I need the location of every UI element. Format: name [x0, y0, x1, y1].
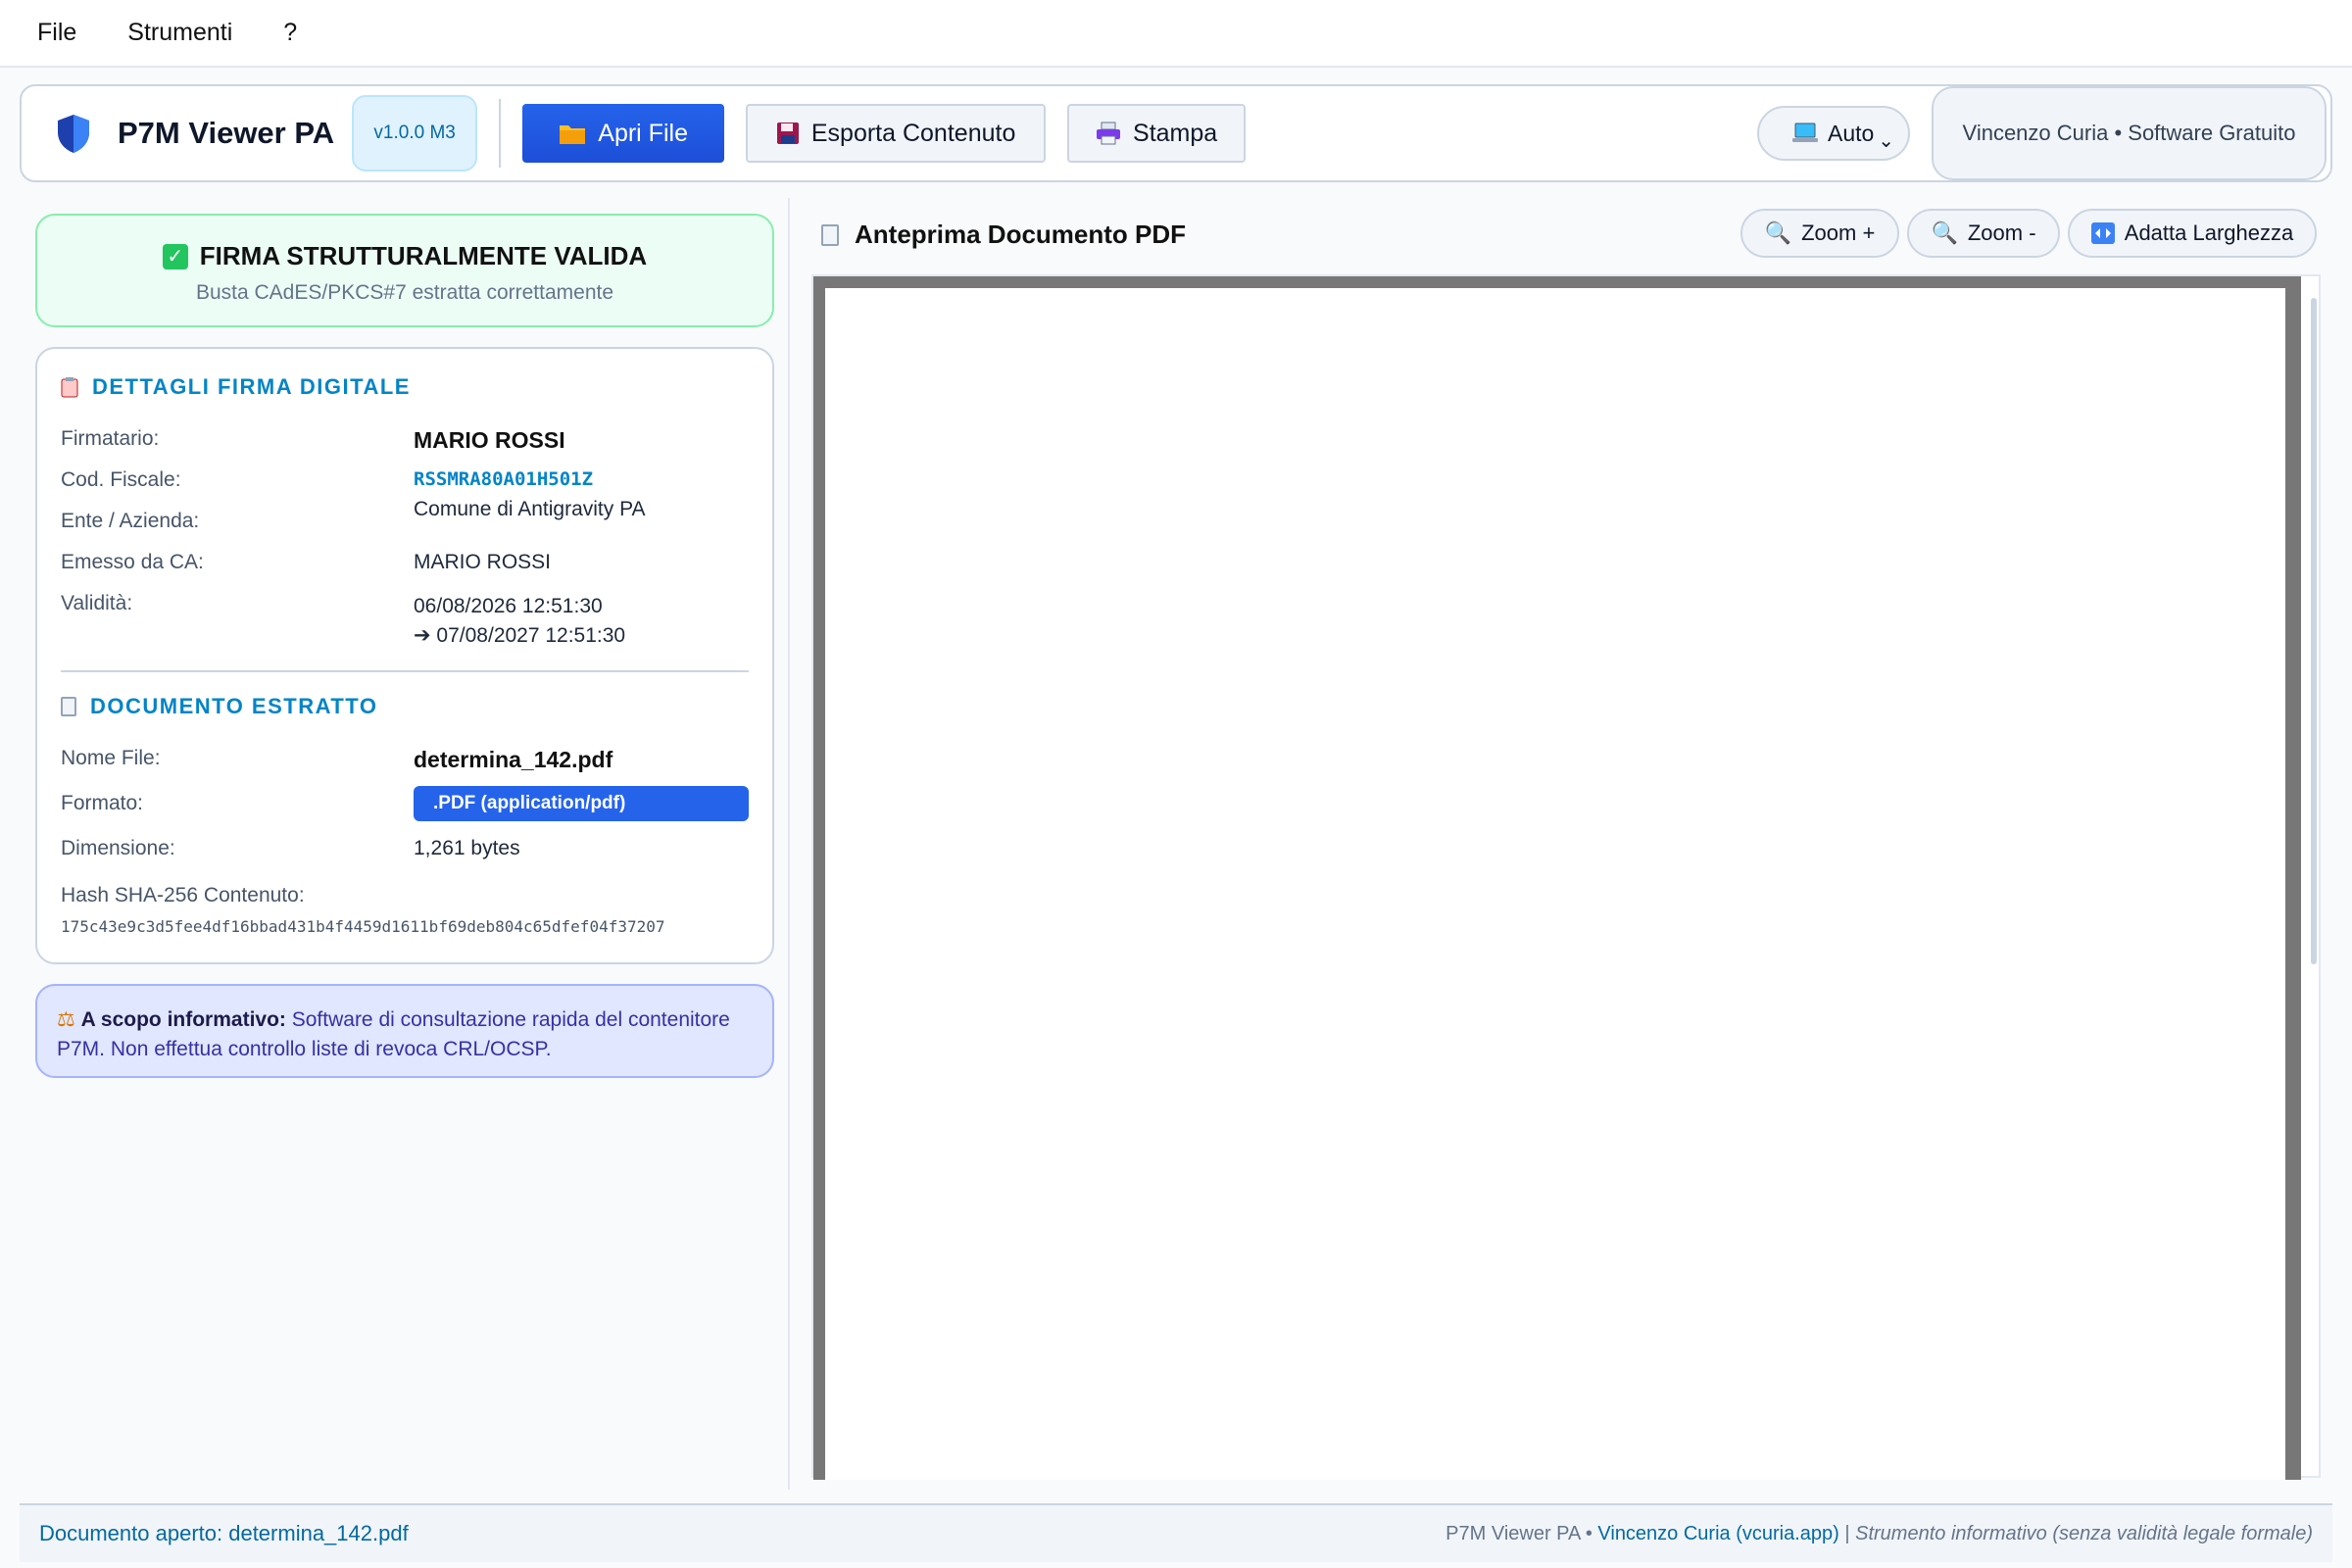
size-value: 1,261 bytes: [414, 837, 520, 859]
fiscal-code-row: Cod. Fiscale: RSSMRA80A01H501Z: [61, 468, 594, 491]
print-button[interactable]: Stampa: [1067, 104, 1247, 163]
signature-validity-card: ✓ FIRMA STRUTTURALMENTE VALIDA Busta CAd…: [35, 214, 774, 327]
signer-value: MARIO ROSSI: [414, 427, 565, 453]
menu-bar: File Strumenti ?: [0, 0, 2352, 68]
format-badge: .PDF (application/pdf): [414, 786, 749, 821]
hash-label: Hash SHA-256 Contenuto:: [61, 884, 305, 906]
version-badge: v1.0.0 M3: [352, 95, 478, 172]
document-section-heading: DOCUMENTO ESTRATTO: [61, 694, 377, 719]
export-content-label: Esporta Contenuto: [810, 119, 1016, 147]
fit-width-button[interactable]: Adatta Larghezza: [2068, 209, 2317, 258]
open-file-button[interactable]: Apri File: [522, 104, 725, 163]
size-row: Dimensione: 1,261 bytes: [61, 837, 520, 859]
print-label: Stampa: [1133, 119, 1218, 147]
zoom-in-button[interactable]: 🔍 Zoom +: [1740, 209, 1899, 258]
preview-title: Anteprima Documento PDF: [821, 220, 1186, 250]
laptop-icon: [1792, 122, 1818, 142]
organization-row: Ente / Azienda: Comune di Antigravity PA: [61, 498, 708, 541]
signer-row: Firmatario: MARIO ROSSI: [61, 427, 565, 453]
theme-select[interactable]: Auto ⌄: [1757, 106, 1910, 161]
file-name-value: determina_142.pdf: [414, 747, 613, 772]
fiscal-code-value: RSSMRA80A01H501Z: [414, 468, 594, 490]
app-title: P7M Viewer PA: [118, 116, 335, 150]
shield-icon: [58, 115, 89, 153]
floppy-icon: [776, 122, 799, 144]
toolbar: P7M Viewer PA v1.0.0 M3 Apri File Esport…: [20, 84, 2332, 182]
valid-from-value: 06/08/2026 12:51:30: [414, 595, 603, 617]
toolbar-divider: [499, 99, 502, 168]
menu-strumenti[interactable]: Strumenti: [110, 0, 250, 67]
clipboard-icon: [61, 377, 78, 398]
details-card: DETTAGLI FIRMA DIGITALE Firmatario: MARI…: [35, 347, 774, 964]
organization-value: Comune di Antigravity PA: [414, 498, 646, 520]
pdf-viewer[interactable]: [811, 274, 2321, 1480]
folder-icon: [560, 125, 586, 144]
validity-title: FIRMA STRUTTURALMENTE VALIDA: [199, 241, 648, 270]
theme-select-value: Auto: [1828, 120, 1875, 146]
zoom-out-button[interactable]: 🔍 Zoom -: [1907, 209, 2060, 258]
document-icon: [61, 697, 76, 716]
format-row: Formato: .PDF (application/pdf): [61, 786, 749, 821]
pdf-page: [825, 288, 2285, 1480]
document-icon: [821, 223, 839, 246]
signature-section-heading: DETTAGLI FIRMA DIGITALE: [61, 374, 411, 400]
status-disclaimer: Strumento informativo (senza validità le…: [1855, 1522, 2313, 1544]
printer-icon: [1097, 122, 1121, 145]
author-badge: Vincenzo Curia • Software Gratuito: [1932, 86, 2327, 180]
file-name-row: Nome File: determina_142.pdf: [61, 747, 613, 772]
section-divider: [61, 670, 749, 672]
menu-help[interactable]: ?: [266, 0, 315, 67]
pdf-page-frame: [813, 276, 2301, 1480]
status-bar: Documento aperto: determina_142.pdf P7M …: [20, 1503, 2332, 1562]
scales-icon: ⚖: [57, 1008, 75, 1031]
export-content-button[interactable]: Esporta Contenuto: [746, 104, 1047, 163]
hash-value: 175c43e9c3d5fee4df16bbad431b4f4459d1611b…: [61, 917, 665, 936]
info-notice: ⚖ A scopo informativo: Software di consu…: [35, 984, 774, 1078]
magnifier-icon: 🔍: [1931, 220, 1958, 245]
validity-subtitle: Busta CAdES/PKCS#7 estratta correttament…: [195, 281, 614, 304]
fit-width-icon: [2090, 222, 2115, 244]
open-file-label: Apri File: [598, 119, 688, 147]
validity-row: Validità: 06/08/2026 12:51:30 ➔ 07/08/20…: [61, 592, 626, 647]
status-open-document: Documento aperto: determina_142.pdf: [39, 1521, 409, 1545]
valid-to-value: ➔ 07/08/2027 12:51:30: [414, 624, 626, 647]
chevron-down-icon: ⌄: [1878, 130, 1894, 152]
check-icon: ✓: [162, 243, 188, 270]
author-link[interactable]: Vincenzo Curia (vcuria.app): [1597, 1523, 1838, 1544]
status-app: P7M Viewer PA •: [1446, 1522, 1598, 1544]
ca-row: Emesso da CA: MARIO ROSSI: [61, 551, 552, 573]
magnifier-icon: 🔍: [1764, 220, 1792, 245]
menu-file[interactable]: File: [20, 0, 94, 67]
viewer-scrollbar[interactable]: [2311, 298, 2317, 964]
ca-value: MARIO ROSSI: [414, 551, 552, 573]
panel-splitter[interactable]: [788, 198, 790, 1490]
